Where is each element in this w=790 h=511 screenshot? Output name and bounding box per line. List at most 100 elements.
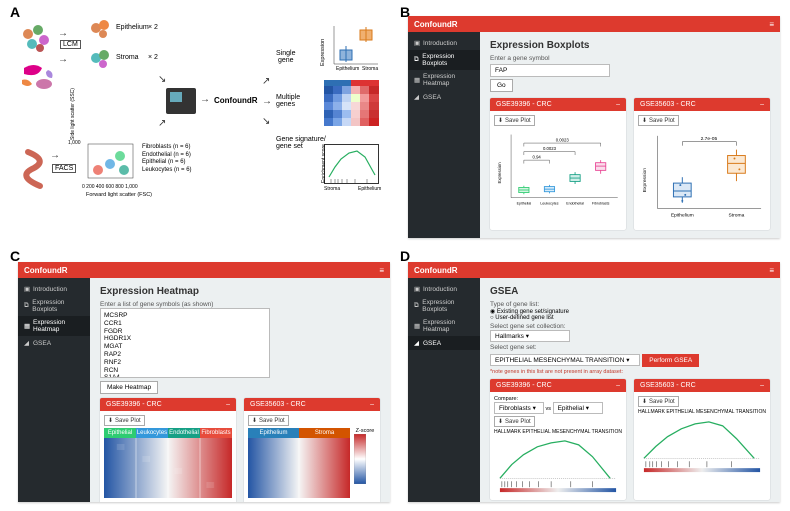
geneset-select[interactable]: EPITHELIAL MESENCHYMAL TRANSITION ▾	[490, 354, 640, 366]
svg-text:0.0023: 0.0023	[556, 137, 570, 142]
sidebar-item-heatmap[interactable]: ▦Expression Heatmap	[408, 70, 480, 90]
save-plot-button[interactable]: ⬇Save Plot	[494, 115, 535, 126]
save-plot-button[interactable]: ⬇Save Plot	[104, 415, 145, 426]
stroma-cells-icon	[88, 48, 114, 70]
sidebar-item-intro[interactable]: ▣Introduction	[408, 282, 480, 296]
hm-colhdr: Leukocytes	[136, 428, 168, 438]
geneset-label: Select gene set:	[490, 344, 770, 351]
card-title: GSE39396 - CRC	[496, 382, 552, 389]
sidebar-item-boxplots[interactable]: ⧉Expression Boxplots	[18, 296, 90, 316]
svg-text:0.94: 0.94	[533, 154, 542, 159]
stroma-label: Stroma	[116, 54, 139, 61]
svg-text:Fibroblasts: Fibroblasts	[592, 202, 610, 206]
type-label: Type of gene list:	[490, 301, 770, 308]
menu-icon[interactable]: ≡	[379, 266, 384, 275]
sidebar-item-boxplots[interactable]: ⧉Expression Boxplots	[408, 296, 480, 316]
sidebar-item-gsea[interactable]: ◢GSEA	[408, 336, 480, 350]
facs-yaxis: Side light scatter (SSC)	[70, 88, 76, 140]
sidebar: ▣Introduction ⧉Expression Boxplots ▦Expr…	[18, 278, 90, 502]
mini-gsea: Enrichment score	[324, 144, 379, 184]
mini-gsea-xr: Epithelium	[358, 186, 381, 192]
card-collapse-icon[interactable]: –	[370, 401, 374, 408]
epithelium-label: Epithelium	[116, 24, 149, 31]
card-title: GSE39396 - CRC	[106, 401, 162, 408]
save-plot-button[interactable]: ⬇Save Plot	[638, 396, 679, 407]
dashboard-icon: ▣	[414, 285, 420, 293]
signature-label: Gene signature/ gene set	[276, 136, 326, 150]
gene-input-label: Enter a gene symbol	[490, 55, 770, 62]
facs-xaxis: Forward light scatter (FSC)	[86, 192, 152, 198]
multiple-genes-label: Multiple genes	[276, 94, 300, 108]
sequencer-icon	[166, 88, 196, 114]
genes-textarea[interactable]: MCSRP CCR1 FGDR HGDR1X MGAT RAP2 RNF2 RC…	[100, 308, 270, 378]
menu-icon[interactable]: ≡	[769, 266, 774, 275]
compare-b-select[interactable]: Epithelial ▾	[553, 402, 603, 414]
make-heatmap-button[interactable]: Make Heatmap	[100, 381, 158, 394]
heatmap-icon: ▦	[24, 322, 30, 330]
zscore-legend: Z-score	[354, 428, 376, 500]
svg-text:Stroma: Stroma	[729, 213, 745, 219]
card-collapse-icon[interactable]: –	[226, 401, 230, 408]
menu-icon[interactable]: ≡	[769, 20, 774, 29]
panel-c-app: ConfoundR ≡ ▣Introduction ⧉Expression Bo…	[18, 262, 390, 502]
sidebar-item-intro[interactable]: ▣Introduction	[408, 36, 480, 50]
sidebar-item-heatmap[interactable]: ▦Expression Heatmap	[18, 316, 90, 336]
panel-a-schematic: LCM → → Epithelium Stroma × 2 × 2 FACS →…	[18, 18, 390, 238]
gsea-icon: ◢	[414, 93, 420, 101]
card-title: GSE35603 - CRC	[250, 401, 306, 408]
heatmap-grid	[248, 438, 350, 498]
download-icon: ⬇	[498, 418, 503, 425]
save-plot-button[interactable]: ⬇Save Plot	[248, 415, 289, 426]
vs-label: vs	[546, 406, 552, 412]
facs-legend: Fibroblasts (n = 6) Endothelial (n = 6) …	[142, 144, 192, 174]
app-header: ConfoundR ≡	[408, 262, 780, 278]
x2-a: × 2	[148, 24, 158, 31]
compare-a-select[interactable]: Fibroblasts ▾	[494, 402, 544, 414]
radio-userdefined[interactable]: ○ User-defined gene list	[490, 315, 554, 321]
page-title: Expression Boxplots	[490, 40, 770, 51]
facs-ymax: 1,000	[68, 140, 81, 146]
gsea-icon: ◢	[24, 339, 30, 347]
svg-text:Leukocytes: Leukocytes	[540, 202, 558, 206]
save-plot-button[interactable]: ⬇Save Plot	[494, 416, 535, 427]
gene-input[interactable]: FAP	[490, 64, 610, 77]
svg-text:Epithelium: Epithelium	[671, 213, 694, 219]
hm-colhdr: Endothelial	[168, 428, 200, 438]
gsea-plot	[494, 435, 622, 494]
card-collapse-icon[interactable]: –	[616, 101, 620, 108]
gsea-icon: ◢	[414, 339, 420, 347]
perform-gsea-button[interactable]: Perform GSEA	[642, 354, 699, 367]
chevron-down-icon: ▾	[526, 333, 529, 340]
sidebar-item-heatmap[interactable]: ▦Expression Heatmap	[408, 316, 480, 336]
sidebar-item-gsea[interactable]: ◢GSEA	[18, 336, 90, 350]
sidebar-item-gsea[interactable]: ◢GSEA	[408, 90, 480, 104]
save-plot-button[interactable]: ⬇Save Plot	[638, 115, 679, 126]
sidebar-item-intro[interactable]: ▣Introduction	[18, 282, 90, 296]
facs-xticks: 0 200 400 600 800 1,000	[82, 184, 138, 190]
panel-b-app: ConfoundR ≡ ▣Introduction ⧉Expression Bo…	[408, 16, 780, 238]
svg-text:Expression: Expression	[642, 168, 648, 193]
card-collapse-icon[interactable]: –	[616, 382, 620, 389]
collection-select[interactable]: Hallmarks ▾	[490, 330, 570, 342]
app-title: ConfoundR	[24, 266, 68, 275]
svg-text:0.0023: 0.0023	[543, 146, 557, 151]
boxplot-2group: 2.7e-05 Expression Epithelium Stroma	[638, 126, 766, 224]
go-button[interactable]: Go	[490, 79, 513, 92]
heatmap-icon: ▦	[414, 322, 420, 330]
single-gene-label: Single gene	[276, 50, 295, 64]
hm-colhdr: Epithelial	[104, 428, 136, 438]
hm-colhdr: Epithelium	[248, 428, 299, 438]
svg-text:Endothelial: Endothelial	[566, 202, 584, 206]
heatmap-grid	[104, 438, 232, 498]
intestine-icon	[18, 148, 48, 192]
gsea-plot	[638, 415, 766, 474]
sidebar-item-boxplots[interactable]: ⧉Expression Boxplots	[408, 50, 480, 70]
card-collapse-icon[interactable]: –	[760, 101, 764, 108]
app-header: ConfoundR ≡	[408, 16, 780, 32]
card-hm-gse35603: GSE35603 - CRC– ⬇Save Plot Epithelium St…	[244, 398, 380, 502]
card-collapse-icon[interactable]: –	[760, 382, 764, 389]
card-title: GSE39396 - CRC	[496, 101, 552, 108]
collection-label: Select gene set collection:	[490, 323, 770, 330]
card-gsea-gse39396: GSE39396 - CRC– Compare: Fibroblasts ▾ v…	[490, 379, 626, 500]
facs-label: FACS	[52, 164, 76, 173]
